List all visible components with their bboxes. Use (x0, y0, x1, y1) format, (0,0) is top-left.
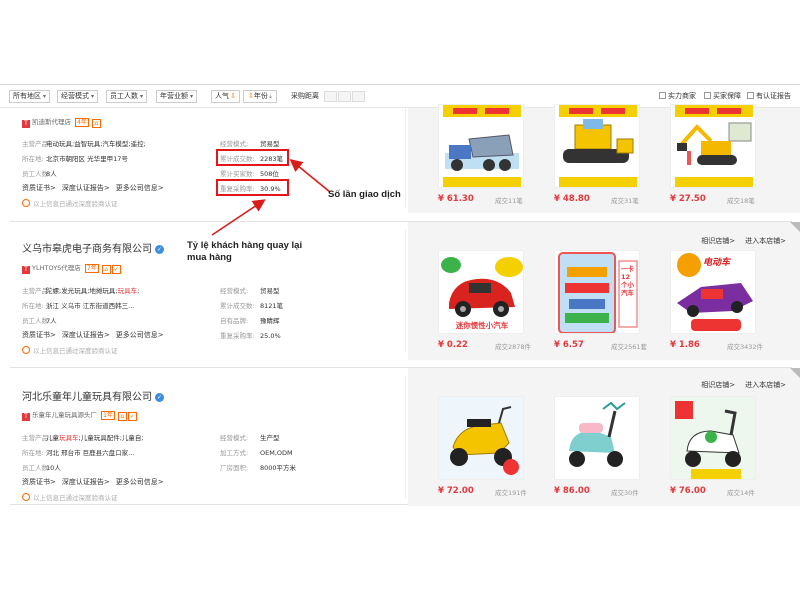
annotation-transactions: Số lần giao dịch (328, 189, 401, 200)
annotation-arrows (211, 158, 331, 236)
arrow-transactions (289, 158, 331, 193)
annotation-repurchase: Tỷ lệ khách hàng quay lại mua hàng (187, 240, 303, 263)
arrow-repurchase (211, 199, 266, 236)
